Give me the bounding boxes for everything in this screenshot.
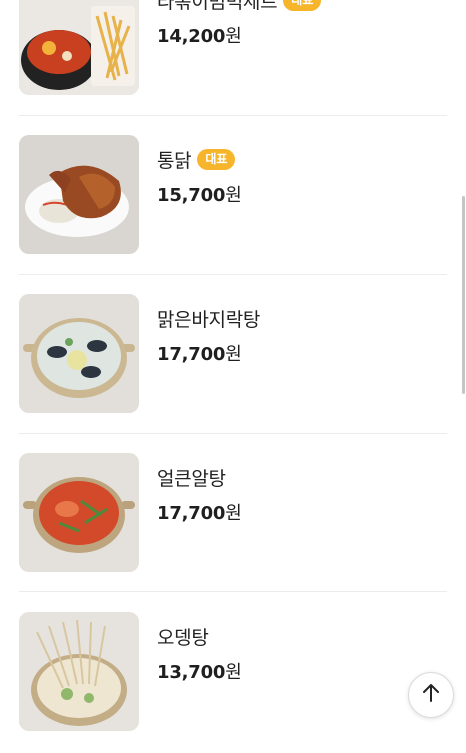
- menu-item-name: 맑은바지락탕: [157, 308, 261, 331]
- menu-item-name: 얼큰알탕: [157, 467, 226, 490]
- scrollbar[interactable]: [462, 196, 465, 394]
- price-unit: 원: [225, 26, 242, 47]
- menu-item-name-row: 얼큰알탕: [157, 463, 226, 491]
- menu-item-image: [19, 135, 139, 254]
- menu-item-price: 17,700원: [157, 499, 242, 525]
- menu-item-spicy-roe-soup[interactable]: 얼큰알탕 17,700원: [0, 436, 466, 594]
- menu-item-image: [19, 612, 139, 731]
- divider: [19, 433, 447, 434]
- price-value: 17,700: [157, 344, 226, 365]
- menu-item-name: 라볶이범벅세트: [157, 0, 278, 13]
- menu-item-clam-soup[interactable]: 맑은바지락탕 17,700원: [0, 277, 466, 435]
- menu-item-fishcake-soup[interactable]: 오뎅탕 13,700원: [0, 595, 466, 753]
- price-unit: 원: [225, 344, 242, 365]
- price-unit: 원: [225, 503, 242, 524]
- menu-item-image: [19, 0, 139, 95]
- price-value: 15,700: [157, 185, 226, 206]
- price-unit: 원: [225, 662, 242, 683]
- menu-item-rabokki-set[interactable]: 라볶이범벅세트 대표 14,200원: [0, 0, 466, 117]
- menu-item-name: 오뎅탕: [157, 626, 209, 649]
- price-unit: 원: [225, 185, 242, 206]
- menu-item-image: [19, 294, 139, 413]
- menu-item-tongdak[interactable]: 통닭 대표 15,700원: [0, 118, 466, 276]
- menu-item-price: 17,700원: [157, 340, 242, 366]
- divider: [19, 274, 447, 275]
- menu-item-name-row: 라볶이범벅세트 대표: [157, 0, 322, 14]
- menu-item-price: 14,200원: [157, 22, 242, 48]
- menu-item-image: [19, 453, 139, 572]
- arrow-up-icon: [420, 682, 442, 708]
- menu-item-name-row: 통닭 대표: [157, 145, 236, 173]
- signature-badge: 대표: [283, 0, 322, 11]
- menu-item-name-row: 맑은바지락탕: [157, 304, 260, 332]
- menu-item-price: 15,700원: [157, 181, 242, 207]
- price-value: 17,700: [157, 503, 226, 524]
- menu-item-name-row: 오뎅탕: [157, 622, 209, 650]
- price-value: 14,200: [157, 26, 226, 47]
- price-value: 13,700: [157, 662, 226, 683]
- scroll-to-top-button[interactable]: [408, 672, 454, 718]
- divider: [19, 591, 447, 592]
- divider: [19, 115, 447, 116]
- menu-item-price: 13,700원: [157, 658, 242, 684]
- menu-item-name: 통닭: [157, 149, 192, 172]
- signature-badge: 대표: [197, 148, 236, 170]
